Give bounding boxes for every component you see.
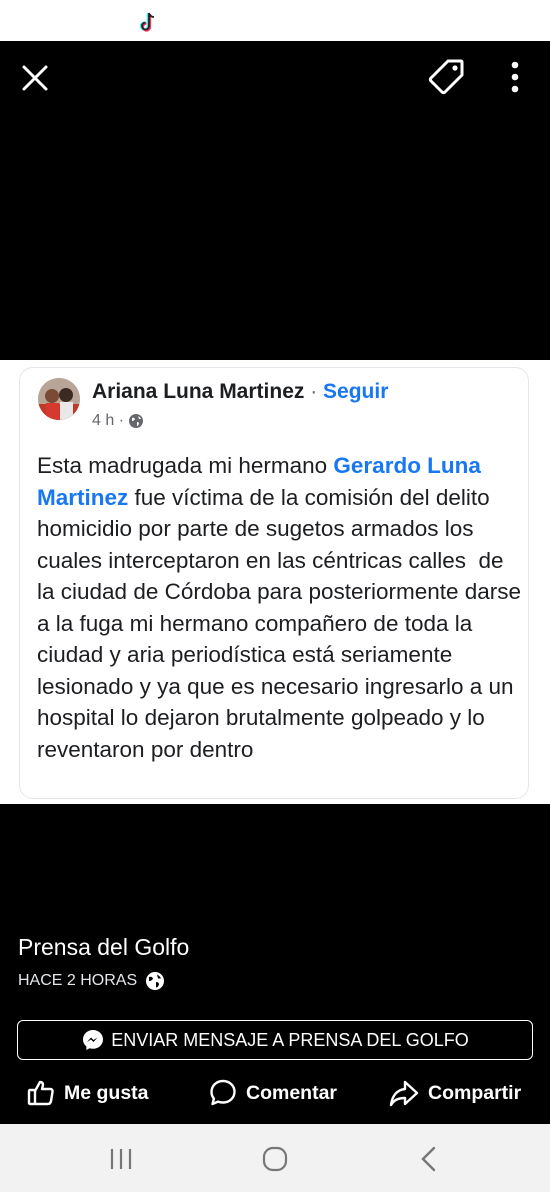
share-button[interactable]: Compartir: [388, 1070, 521, 1116]
close-icon[interactable]: [20, 63, 50, 93]
globe-icon: [129, 414, 144, 428]
send-message-button[interactable]: ENVIAR MENSAJE A PRENSA DEL GOLFO: [17, 1020, 533, 1060]
post-text: Esta madrugada mi hermano Gerardo Luna M…: [37, 450, 523, 765]
comment-label: Comentar: [246, 1081, 338, 1104]
messenger-icon: [83, 1030, 104, 1050]
post-timestamp-row: HACE 2 HORAS: [18, 971, 165, 991]
comment-button[interactable]: Comentar: [208, 1070, 337, 1116]
share-label: Compartir: [428, 1081, 522, 1104]
separator-dot: ·: [304, 380, 324, 403]
tag-icon[interactable]: [428, 57, 466, 95]
send-message-label: ENVIAR MENSAJE A PRENSA DEL GOLFO: [111, 1029, 469, 1050]
author-name[interactable]: Ariana Luna Martinez: [92, 380, 304, 403]
like-button[interactable]: Me gusta: [26, 1070, 149, 1116]
screenshot-post-card: Ariana Luna Martinez · Seguir 4 h · Esta…: [19, 367, 529, 799]
post-author-line: Ariana Luna Martinez · Seguir: [92, 380, 388, 404]
system-navigation-bar: [0, 1124, 550, 1192]
avatar-image: [38, 378, 80, 420]
post-timestamp: HACE 2 HORAS: [18, 972, 138, 989]
post-actions-bar: Me gusta Comentar Compartir: [0, 1070, 550, 1122]
globe-icon: [146, 972, 165, 990]
page-name[interactable]: Prensa del Golfo: [18, 934, 189, 961]
back-icon[interactable]: [408, 1144, 448, 1174]
viewer-top-bar: [0, 41, 550, 111]
post-time: 4 h ·: [92, 412, 125, 429]
recent-apps-icon[interactable]: [101, 1144, 141, 1174]
follow-link[interactable]: Seguir: [323, 380, 388, 403]
share-icon: [389, 1080, 419, 1107]
tiktok-icon: [140, 12, 155, 32]
avatar: [38, 378, 80, 420]
more-options-icon[interactable]: [503, 59, 527, 95]
post-photo[interactable]: Ariana Luna Martinez · Seguir 4 h · Esta…: [0, 360, 550, 804]
thumbs-up-icon: [27, 1080, 54, 1106]
post-text-start: Esta madrugada mi hermano: [37, 453, 334, 478]
comment-icon: [210, 1079, 236, 1106]
home-icon[interactable]: [255, 1144, 295, 1174]
post-text-rest: fue víctima de la comisión del delito ho…: [37, 484, 528, 762]
status-bar: [0, 0, 550, 41]
like-label: Me gusta: [64, 1081, 149, 1104]
post-meta: 4 h ·: [92, 412, 144, 430]
